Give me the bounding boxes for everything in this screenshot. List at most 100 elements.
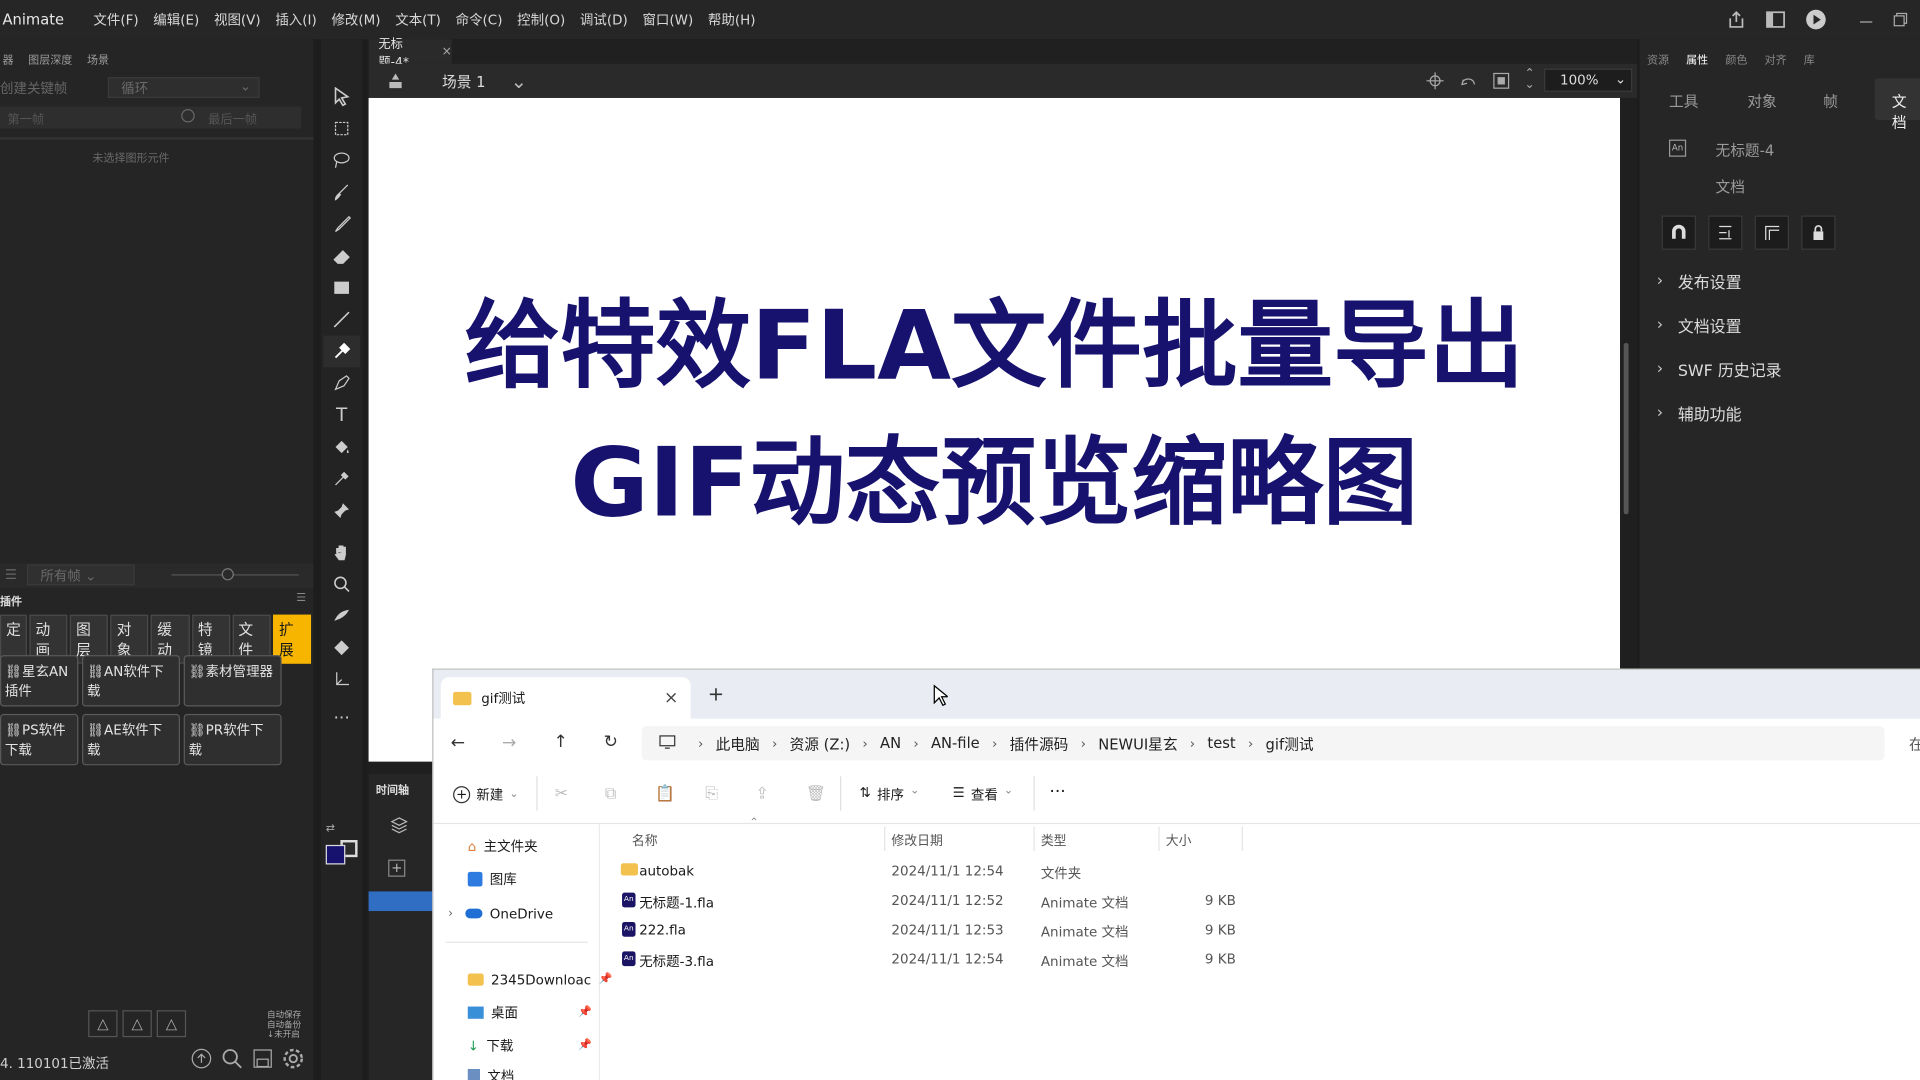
xingxuan-plugin-button[interactable]: ⛓星玄AN插件	[0, 655, 79, 707]
table-row[interactable]: An 222.fla 2024/11/1 12:53 Animate 文档 9 …	[617, 917, 1254, 946]
swap-colors-icon[interactable]: ⇄	[326, 823, 335, 835]
search-box-stub[interactable]: 在	[1909, 733, 1920, 754]
document-tab[interactable]: 无标题-4*×	[368, 38, 452, 70]
center-stage-icon[interactable]	[1426, 71, 1444, 94]
nav-onedrive[interactable]: › OneDrive	[448, 901, 553, 925]
minimize-icon[interactable]	[1859, 12, 1874, 27]
rotate-stage-icon[interactable]	[1458, 71, 1478, 94]
workspace-icon[interactable]	[1766, 11, 1786, 28]
tab-document[interactable]: 文档	[1874, 78, 1920, 131]
crumb-this-pc[interactable]: › 此电脑	[686, 733, 760, 754]
all-frames-select[interactable]: 所有帧 ⌄	[26, 564, 135, 586]
panel-menu-icon[interactable]: ☰	[296, 593, 306, 605]
menu-help[interactable]: 帮助(H)	[701, 10, 763, 30]
save-icon[interactable]	[252, 1048, 273, 1069]
frame-slider[interactable]	[171, 574, 299, 576]
eraser-icon[interactable]	[323, 240, 360, 272]
share-icon[interactable]: ⇪	[756, 785, 769, 803]
clip-stage-icon[interactable]	[1493, 71, 1510, 94]
tab-object[interactable]: 对象	[1718, 78, 1796, 120]
chevron-right-icon[interactable]: ›	[448, 907, 453, 920]
menu-control[interactable]: 控制(O)	[510, 10, 573, 30]
crumb-newui[interactable]: › NEWUI星玄	[1068, 733, 1178, 754]
column-divider[interactable]	[1158, 826, 1160, 852]
paint-bucket-icon[interactable]	[323, 431, 360, 463]
crumb-gif-test[interactable]: › gif测试	[1236, 733, 1314, 754]
nav-download[interactable]: ↓ 下载 📌	[468, 1033, 592, 1057]
menu-file[interactable]: 文件(F)	[86, 10, 146, 30]
explorer-tab[interactable]: gif测试 ×	[440, 677, 691, 719]
warning-icon[interactable]: △	[122, 1010, 152, 1038]
upload-icon[interactable]	[191, 1048, 212, 1069]
first-frame-label[interactable]: 第一帧	[7, 109, 44, 127]
eyedropper-icon[interactable]	[323, 463, 360, 495]
add-layer-icon[interactable]: +	[388, 859, 406, 877]
tab-tool[interactable]: 工具	[1640, 78, 1718, 120]
close-icon[interactable]: ×	[664, 688, 678, 708]
menu-commands[interactable]: 命令(C)	[448, 10, 510, 30]
brush-icon[interactable]	[323, 176, 360, 208]
cut-icon[interactable]: ✂	[555, 785, 568, 803]
pin-icon[interactable]	[323, 495, 360, 527]
column-divider[interactable]	[1241, 826, 1243, 852]
more-options-icon[interactable]: ···	[1049, 782, 1065, 802]
up-icon[interactable]: ↑	[553, 732, 567, 752]
magnet-icon[interactable]	[1661, 215, 1696, 250]
crumb-drive[interactable]: › 资源 (Z:)	[760, 733, 850, 754]
document-settings-section[interactable]: › 文档设置	[1639, 304, 1920, 348]
timeline-title[interactable]: 时间轴	[376, 781, 409, 797]
restore-icon[interactable]	[1893, 12, 1908, 27]
rename-icon[interactable]: ⎘	[705, 785, 718, 803]
last-frame-label[interactable]: 最后一帧	[208, 109, 257, 127]
stroke-color-swatch[interactable]	[325, 844, 346, 865]
menu-icon[interactable]: ☰	[5, 567, 17, 583]
lock-icon[interactable]	[1801, 215, 1836, 250]
column-date[interactable]: 修改日期	[891, 831, 942, 849]
tab-assets[interactable]: 资源	[1647, 51, 1669, 67]
asset-warp-icon[interactable]	[323, 632, 360, 664]
nav-downloads-2345[interactable]: 2345Downloac 📌	[467, 967, 612, 991]
layers-icon[interactable]	[390, 816, 408, 839]
zoom-select[interactable]: 100% ⌄	[1544, 68, 1633, 92]
slider-handle[interactable]	[221, 568, 234, 581]
stage-canvas[interactable]: 给特效FLA文件批量导出 GIF动态预览缩略图	[368, 97, 1621, 762]
edit-symbols-icon[interactable]	[386, 71, 406, 94]
rectangle-icon[interactable]	[323, 272, 360, 304]
forward-icon[interactable]: →	[502, 733, 516, 753]
tab-layer-depth[interactable]: 图层深度	[28, 51, 72, 71]
new-tab-icon[interactable]: +	[708, 682, 724, 705]
play-icon[interactable]	[1805, 9, 1827, 31]
selection-tool-icon[interactable]	[323, 81, 360, 113]
tab-frame[interactable]: 帧	[1796, 78, 1874, 120]
more-tools-icon[interactable]: ···	[323, 703, 360, 735]
menu-insert[interactable]: 插入(I)	[268, 10, 324, 30]
pr-download-button[interactable]: ⛓PR软件下载	[183, 713, 282, 766]
scene-label[interactable]: 场景 1	[442, 71, 485, 92]
menu-edit[interactable]: 编辑(E)	[146, 10, 207, 30]
back-icon[interactable]: ←	[451, 733, 465, 753]
line-icon[interactable]	[323, 304, 360, 336]
lasso-icon[interactable]	[323, 144, 360, 176]
menu-debug[interactable]: 调试(D)	[573, 10, 636, 30]
ae-download-button[interactable]: ⛓AE软件下载	[82, 713, 181, 766]
menu-modify[interactable]: 修改(M)	[324, 10, 388, 30]
column-divider[interactable]	[1033, 826, 1035, 852]
menu-text[interactable]: 文本(T)	[388, 10, 448, 30]
ps-download-button[interactable]: ⛓PS软件下载	[0, 713, 79, 766]
crumb-an[interactable]: › AN	[850, 735, 901, 752]
delete-icon[interactable]: 🗑	[806, 785, 826, 803]
pin-icon[interactable]: 📌	[578, 1040, 592, 1052]
share-icon[interactable]	[1727, 10, 1747, 30]
an-download-button[interactable]: ⛓AN软件下载	[82, 655, 181, 707]
pen-icon[interactable]	[323, 367, 360, 399]
refresh-icon[interactable]: ↻	[604, 732, 618, 752]
stage-scrollbar[interactable]	[1623, 342, 1629, 515]
sort-button[interactable]: ⇅ 排序 ⌄	[860, 785, 920, 805]
tab-align[interactable]: 对齐	[1765, 51, 1787, 67]
table-row[interactable]: An 无标题-1.fla 2024/11/1 12:52 Animate 文档 …	[617, 888, 1254, 917]
tab-scene[interactable]: 场景	[87, 51, 109, 71]
snap-align-icon[interactable]	[1708, 215, 1743, 250]
settings-icon[interactable]	[283, 1048, 304, 1069]
table-row[interactable]: autobak 2024/11/1 12:54 文件夹	[617, 858, 1254, 887]
new-button[interactable]: + 新建 ⌄	[453, 785, 519, 805]
